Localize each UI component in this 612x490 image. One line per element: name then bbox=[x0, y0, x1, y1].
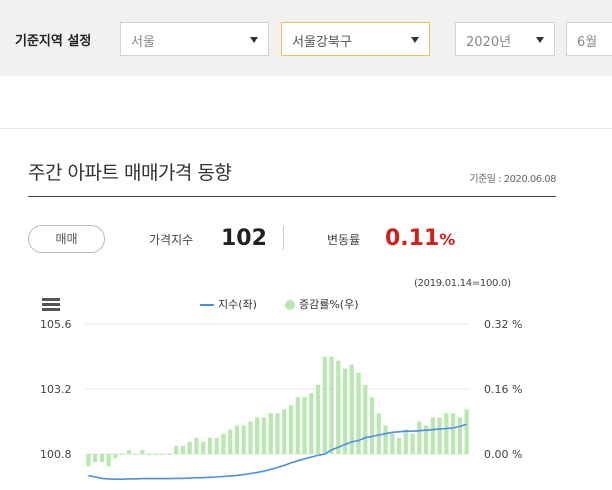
bar bbox=[174, 445, 179, 454]
right-tick-label: 0.32 % bbox=[484, 318, 522, 331]
bar bbox=[147, 454, 152, 455]
bar bbox=[315, 384, 321, 454]
bar bbox=[228, 429, 233, 454]
change-rate-label: 변동률 bbox=[327, 233, 361, 247]
section-divider bbox=[0, 128, 612, 129]
bar bbox=[383, 425, 388, 454]
chevron-down-icon bbox=[536, 37, 544, 43]
bar bbox=[120, 454, 125, 455]
bar bbox=[106, 454, 111, 467]
chevron-down-icon bbox=[250, 37, 258, 43]
price-index-value: 102 bbox=[221, 226, 267, 251]
bar bbox=[356, 372, 361, 454]
region-filter-bar: 기준지역 설정 서울 서울강북구 2020년 6월 bbox=[0, 0, 612, 76]
trade-type-toggle[interactable]: 매매 bbox=[28, 225, 105, 253]
bar bbox=[261, 417, 267, 454]
right-tick-label: 0.16 % bbox=[484, 383, 522, 396]
bar bbox=[207, 437, 213, 454]
bar bbox=[322, 356, 327, 454]
region-select-value: 서울 bbox=[131, 35, 155, 50]
bar bbox=[160, 454, 165, 455]
bar bbox=[295, 397, 300, 454]
bar bbox=[363, 384, 368, 454]
bar bbox=[234, 425, 240, 454]
bar bbox=[201, 441, 206, 454]
district-select[interactable]: 서울강북구 bbox=[281, 22, 430, 56]
left-axis-ticks: 105.6 103.2 100.8 bbox=[40, 318, 72, 461]
bar bbox=[255, 417, 260, 454]
bar bbox=[282, 409, 287, 454]
bar bbox=[126, 449, 131, 454]
bar bbox=[329, 356, 334, 454]
bar bbox=[342, 368, 348, 454]
bar bbox=[241, 425, 246, 454]
bar bbox=[349, 364, 354, 454]
bar bbox=[268, 413, 273, 454]
month-select-value: 6월 bbox=[577, 35, 598, 50]
bar bbox=[275, 413, 280, 454]
bar bbox=[140, 449, 145, 454]
bar bbox=[180, 445, 186, 454]
bar bbox=[417, 421, 422, 454]
left-tick-label: 100.8 bbox=[40, 448, 72, 461]
bar bbox=[464, 409, 469, 454]
bar bbox=[396, 437, 402, 454]
line-legend-icon bbox=[200, 304, 214, 306]
bar bbox=[302, 397, 307, 454]
bar bbox=[336, 360, 341, 454]
bar bbox=[390, 433, 395, 454]
region-select[interactable]: 서울 bbox=[120, 22, 269, 56]
bar bbox=[113, 454, 118, 459]
change-rate-value: 0.11 bbox=[385, 226, 440, 251]
bar bbox=[376, 413, 381, 454]
bar bbox=[410, 433, 415, 454]
bar bbox=[221, 433, 226, 454]
price-index-label: 가격지수 bbox=[149, 233, 194, 247]
bar bbox=[309, 393, 314, 454]
right-axis-ticks: 0.32 % 0.16 % 0.00 % bbox=[484, 318, 522, 461]
bar bbox=[194, 437, 199, 454]
change-rate-unit: % bbox=[439, 230, 456, 249]
year-select-value: 2020년 bbox=[466, 35, 512, 50]
bar bbox=[86, 454, 91, 467]
bar bbox=[133, 454, 138, 455]
bar bbox=[288, 405, 294, 454]
section-title: 주간 아파트 매매가격 동향 bbox=[28, 162, 232, 184]
title-underline bbox=[28, 196, 556, 197]
base-date: 기준일 : 2020.06.08 bbox=[469, 174, 556, 185]
bar bbox=[437, 417, 442, 454]
bar bbox=[444, 413, 449, 454]
bar bbox=[451, 413, 456, 454]
bar bbox=[187, 441, 192, 454]
bar bbox=[167, 454, 172, 455]
bar bbox=[457, 417, 462, 454]
change-rate: 0.11% bbox=[385, 226, 455, 251]
district-select-value: 서울강북구 bbox=[292, 35, 352, 50]
chart-base-note: (2019.01.14=100.0) bbox=[414, 278, 511, 289]
circle-legend-icon bbox=[285, 300, 295, 310]
region-filter-label: 기준지역 설정 bbox=[15, 34, 92, 49]
bar-series bbox=[86, 356, 469, 467]
right-tick-label: 0.00 % bbox=[484, 448, 522, 461]
bar bbox=[153, 454, 159, 455]
price-chart: 105.6 103.2 100.8 0.32 % 0.16 % 0.00 % bbox=[40, 318, 522, 480]
bar bbox=[369, 397, 375, 454]
bar bbox=[93, 454, 98, 463]
chevron-down-icon bbox=[411, 37, 419, 43]
bar bbox=[214, 437, 219, 454]
left-tick-label: 103.2 bbox=[40, 383, 72, 396]
left-tick-label: 105.6 bbox=[40, 318, 72, 331]
stats-separator bbox=[283, 226, 284, 250]
bar bbox=[430, 417, 435, 454]
bar bbox=[248, 421, 253, 454]
year-select[interactable]: 2020년 bbox=[455, 22, 555, 56]
bar bbox=[403, 429, 408, 454]
month-select[interactable]: 6월 bbox=[566, 22, 612, 56]
bar bbox=[99, 454, 104, 463]
